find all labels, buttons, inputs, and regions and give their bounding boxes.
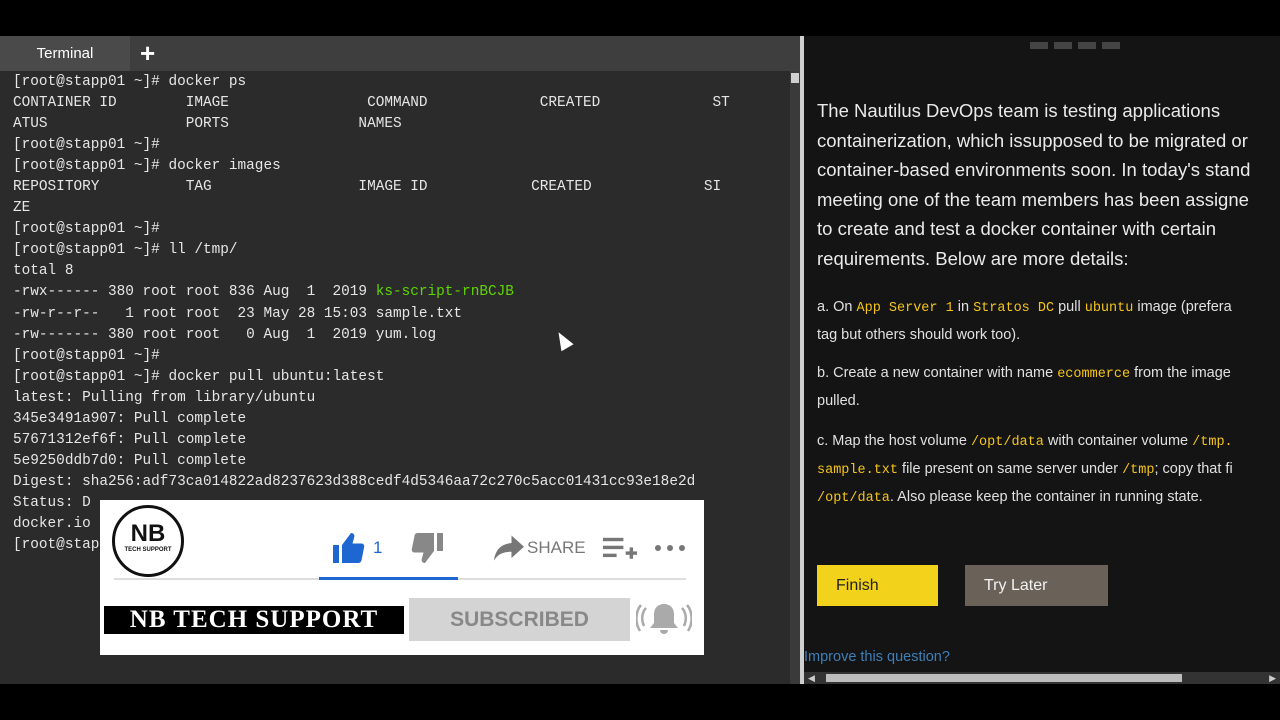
terminal-line: Status: D: [13, 494, 91, 511]
share-button[interactable]: SHARE: [527, 538, 586, 558]
terminal-line: latest: Pulling from library/ubuntu: [13, 389, 316, 406]
highlighted-filename: ks-script-rnBCJB: [375, 284, 514, 301]
terminal-line: 345e3491a907: Pull complete: [13, 410, 247, 427]
channel-name-banner: NB TECH SUPPORT: [104, 606, 404, 634]
terminal-line: ZE: [13, 200, 31, 217]
terminal-line: [root@stapp01 ~]# docker images: [13, 158, 281, 175]
terminal-line: 5e9250ddb7d0: Pull complete: [13, 452, 247, 469]
improve-question-link[interactable]: Improve this question?: [804, 649, 950, 665]
step-b: b. Create a new container with name ecom…: [817, 365, 1231, 409]
terminal-lines: [root@stapp01 ~]# docker ps CONTAINER ID…: [13, 72, 730, 556]
new-tab-button[interactable]: +: [140, 38, 155, 68]
timer-digits: [1030, 36, 1126, 54]
notification-bell-icon[interactable]: [636, 600, 692, 638]
terminal-scrollbar-thumb[interactable]: [791, 73, 799, 83]
terminal-line: [root@stapp01 ~]# docker pull ubuntu:lat…: [13, 368, 385, 385]
thumbs-up-icon[interactable]: [330, 530, 366, 566]
question-intro: The Nautilus DevOps team is testing appl…: [817, 100, 1251, 269]
like-underline: [319, 577, 458, 580]
horizontal-scrollbar-thumb[interactable]: [826, 674, 1182, 682]
terminal-line: REPOSITORY TAG IMAGE ID CREATED SI: [13, 179, 722, 196]
terminal-line: total 8: [13, 263, 74, 280]
terminal-line: 57671312ef6f: Pull complete: [13, 431, 247, 448]
add-to-playlist-icon[interactable]: [603, 535, 637, 561]
terminal-line: -rw-r--r-- 1 root root 23 May 28 15:03 s…: [13, 305, 463, 322]
step-a: a. On App Server 1 in Stratos DC pull ub…: [817, 299, 1232, 343]
horizontal-scrollbar[interactable]: ◀ ▶: [804, 672, 1280, 684]
question-panel: The Nautilus DevOps team is testing appl…: [804, 36, 1280, 684]
subscribe-overlay: NB TECH SUPPORT 1 SHARE NB TECH SUPPORT …: [100, 500, 704, 655]
terminal-line: ATUS PORTS NAMES: [13, 116, 402, 133]
terminal-line: -rw------- 380 root root 0 Aug 1 2019 yu…: [13, 326, 437, 343]
terminal-line: docker.io: [13, 515, 91, 532]
terminal-line: [root@stapp01 ~]#: [13, 221, 160, 238]
terminal-line: Digest: sha256:adf73ca014822ad8237623d38…: [13, 473, 696, 490]
terminal-line: [root@stapp01 ~]# docker ps: [13, 74, 247, 90]
thumbs-down-icon[interactable]: [410, 530, 446, 566]
terminal-tab-bar: Terminal +: [0, 36, 802, 71]
finish-button[interactable]: Finish: [817, 565, 938, 606]
terminal-line: [root@stapp01 ~]#: [13, 137, 160, 154]
terminal-line: [root@stapp01 ~]# ll /tmp/: [13, 242, 238, 259]
try-later-button[interactable]: Try Later: [965, 565, 1108, 606]
like-count: 1: [373, 538, 383, 557]
terminal-line: [root@stap: [13, 537, 100, 554]
more-options-icon[interactable]: [653, 543, 687, 553]
scroll-left-icon[interactable]: ◀: [808, 672, 815, 684]
terminal-line: -rwx------ 380 root root 836 Aug 1 2019: [13, 284, 376, 301]
channel-logo[interactable]: NB TECH SUPPORT: [112, 505, 184, 577]
share-icon[interactable]: [494, 535, 524, 561]
terminal-line: CONTAINER ID IMAGE COMMAND CREATED ST: [13, 95, 730, 112]
terminal-line: [root@stapp01 ~]#: [13, 347, 160, 364]
subscribed-button[interactable]: SUBSCRIBED: [409, 598, 630, 641]
tab-terminal[interactable]: Terminal: [0, 36, 130, 71]
step-c: c. Map the host volume /opt/data with co…: [817, 433, 1233, 506]
scroll-right-icon[interactable]: ▶: [1269, 672, 1276, 684]
